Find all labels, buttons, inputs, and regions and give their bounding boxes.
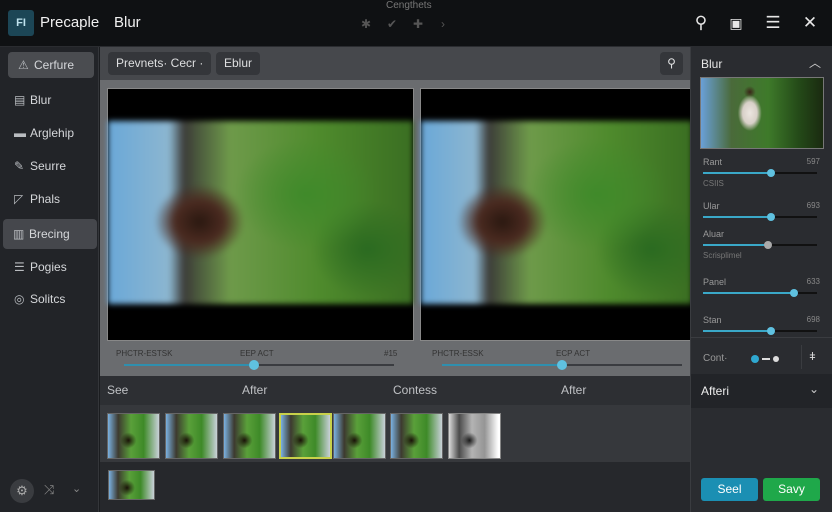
blur-button[interactable]: Eblur bbox=[216, 52, 261, 75]
thumbnail[interactable] bbox=[390, 413, 443, 459]
sidebar-item-label: Cerfure bbox=[34, 58, 75, 72]
sidebar-item-seurre[interactable]: ✎ Seurre bbox=[4, 153, 96, 179]
chevron-down-icon: ⌄ bbox=[809, 382, 820, 396]
after-label: Afteri bbox=[701, 384, 730, 398]
thumbnail[interactable] bbox=[107, 413, 160, 459]
control-slider[interactable] bbox=[703, 289, 817, 297]
slider-left-end-label: #15 bbox=[384, 349, 398, 358]
top-bar: FI Precaple Blur Cengthets ✱ ✔ ✚ › ⚲ ▣ ☰… bbox=[0, 0, 832, 47]
capture-icon: ⚠ bbox=[18, 58, 29, 72]
control-slider[interactable] bbox=[703, 327, 817, 335]
chevron-down-icon[interactable]: ⌄ bbox=[72, 482, 81, 495]
plus-icon[interactable]: ✚ bbox=[413, 17, 423, 31]
toolbar: Prevnets· Cecr · Eblur ⚲ bbox=[100, 47, 690, 80]
blurred-photo bbox=[421, 121, 692, 304]
label-see: See bbox=[107, 383, 129, 397]
sidebar-item-label: Phals bbox=[30, 192, 61, 206]
camera-icon: ◎ bbox=[14, 292, 25, 306]
thumbnail[interactable] bbox=[333, 413, 386, 459]
control-value: 633 bbox=[806, 277, 820, 286]
save-button[interactable]: Savy bbox=[763, 478, 820, 501]
export-icon[interactable]: ▣ bbox=[725, 12, 747, 34]
thumbnail-bw[interactable] bbox=[448, 413, 501, 459]
brush-icon: ✎ bbox=[14, 159, 25, 173]
after-section[interactable]: Afteri ⌄ bbox=[691, 374, 832, 408]
control-slider[interactable] bbox=[703, 213, 817, 221]
sidebar-item-label: Solitcs bbox=[30, 292, 66, 306]
document-title: Blur bbox=[114, 14, 141, 31]
before-preview[interactable] bbox=[107, 88, 414, 341]
thumbnail[interactable] bbox=[108, 470, 155, 500]
control-slider[interactable] bbox=[703, 241, 817, 249]
filmstrip-secondary bbox=[100, 462, 690, 512]
control-sublabel: Scrisplimel bbox=[703, 251, 742, 260]
before-slider[interactable] bbox=[124, 360, 394, 370]
app-name: Precaple bbox=[40, 14, 100, 31]
app-logo: FI bbox=[8, 10, 34, 36]
pin-icon[interactable]: ǂ bbox=[801, 345, 823, 369]
preview-thumbnail bbox=[700, 77, 824, 149]
sidebar-item-label: Blur bbox=[30, 93, 52, 107]
collapse-icon[interactable]: ︿ bbox=[809, 54, 821, 71]
sidebar-item-label: Pogies bbox=[30, 260, 67, 274]
sidebar-item-brecing[interactable]: ▥ Brecing bbox=[3, 219, 97, 249]
toggle-switch[interactable] bbox=[751, 355, 781, 363]
label-contess: Contess bbox=[393, 383, 438, 397]
check-icon[interactable]: ✔ bbox=[387, 17, 397, 31]
after-slider[interactable] bbox=[442, 360, 682, 370]
star-icon[interactable]: ✱ bbox=[361, 17, 371, 31]
settings-icon[interactable]: ⚙ bbox=[10, 479, 34, 503]
control-label: Ular bbox=[703, 201, 720, 211]
control-value: 597 bbox=[806, 157, 820, 166]
menu-icon[interactable]: ☰ bbox=[762, 12, 784, 34]
label-after-2: After bbox=[561, 383, 587, 397]
sidebar-item-cerfure[interactable]: ⚠ Cerfure bbox=[8, 52, 94, 78]
control-value: 693 bbox=[806, 201, 820, 210]
slider-left-label: PHCTR-ESTSK bbox=[116, 349, 173, 358]
sidebar-item-label: Seurre bbox=[30, 159, 67, 173]
chevron-right-icon[interactable]: › bbox=[441, 17, 445, 31]
right-panel: Blur ︿ Rant 597 CSIIS Ular 693 Aluar Scri… bbox=[690, 47, 832, 512]
toggle-label: Cont· bbox=[703, 353, 728, 364]
control-sublabel: CSIIS bbox=[703, 179, 724, 188]
shuffle-icon[interactable]: ⤨ bbox=[44, 482, 54, 498]
control-label: Stan bbox=[703, 315, 722, 325]
slider-right-label: PHCTR-ESSK bbox=[432, 349, 484, 358]
sidebar-item-phals[interactable]: ◸ Phals bbox=[4, 186, 96, 212]
control-label: Panel bbox=[703, 277, 727, 287]
sidebar-item-blur[interactable]: ▤ Blur bbox=[4, 87, 96, 113]
after-preview[interactable] bbox=[420, 88, 692, 341]
panel-title: Blur bbox=[701, 57, 723, 71]
thumbnail[interactable] bbox=[223, 413, 276, 459]
shape-icon: ◸ bbox=[14, 192, 24, 206]
zoom-search-icon[interactable]: ⚲ bbox=[660, 52, 683, 75]
presets-dropdown[interactable]: Prevnets· Cecr · bbox=[108, 52, 212, 75]
thumbnail-selected[interactable] bbox=[279, 413, 332, 459]
cancel-button[interactable]: Seel bbox=[701, 478, 758, 501]
slider-right-mid-label: ECP ACT bbox=[556, 349, 591, 358]
sidebar-item-label: Brecing bbox=[29, 227, 70, 241]
sidebar-item-solitcs[interactable]: ◎ Solitcs bbox=[4, 286, 96, 312]
control-label: Aluar bbox=[703, 229, 725, 239]
sidebar-item-label: Arglehip bbox=[30, 126, 75, 140]
sidebar-item-arglehip[interactable]: ▬ Arglehip bbox=[4, 120, 96, 146]
control-value: 698 bbox=[806, 315, 820, 324]
chart-icon: ▥ bbox=[13, 227, 25, 241]
blurred-photo bbox=[108, 121, 413, 304]
close-icon[interactable]: ✕ bbox=[799, 12, 821, 34]
list-icon: ☰ bbox=[14, 260, 25, 274]
slider-left-mid-label: EEP ACT bbox=[240, 349, 274, 358]
search-icon[interactable]: ⚲ bbox=[690, 12, 712, 34]
chat-icon: ▬ bbox=[14, 126, 26, 140]
control-label: Rant bbox=[703, 157, 723, 167]
center-title: Cengthets bbox=[386, 0, 432, 11]
control-slider[interactable] bbox=[703, 169, 817, 177]
thumbnail[interactable] bbox=[165, 413, 218, 459]
sidebar-item-pogies[interactable]: ☰ Pogies bbox=[4, 254, 96, 280]
blur-icon: ▤ bbox=[14, 93, 26, 107]
label-after: After bbox=[242, 383, 268, 397]
